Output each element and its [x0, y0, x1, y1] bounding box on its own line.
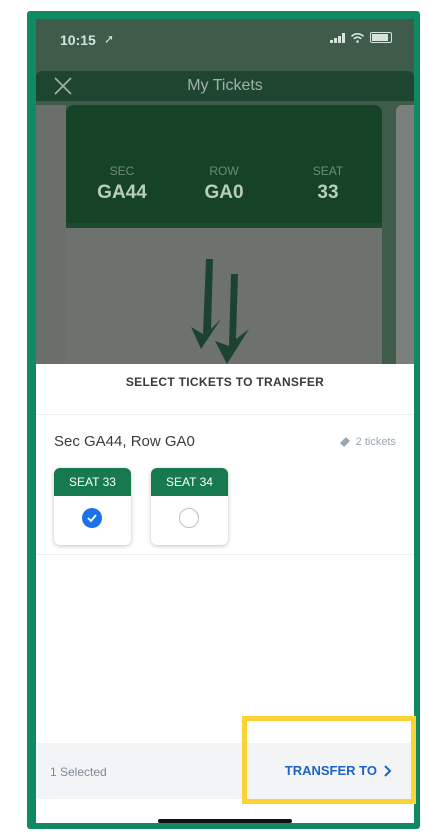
nav-bar: My Tickets [36, 71, 414, 101]
ticket-icon [339, 437, 350, 447]
sec-info: SEC GA44 [92, 164, 152, 204]
status-time: 10:15 [60, 32, 96, 48]
checked-icon[interactable] [82, 508, 102, 528]
seat-option-label: SEAT 33 [54, 468, 131, 496]
team-logo-icon [191, 259, 249, 364]
transfer-to-label: TRANSFER TO [284, 763, 377, 778]
transfer-to-button[interactable]: TRANSFER TO [285, 763, 392, 778]
seat-info: SEAT 33 [298, 164, 358, 204]
location-arrow-icon: ➚ [104, 32, 115, 46]
row-label: ROW [209, 164, 239, 178]
seat-value: 33 [317, 182, 339, 203]
sheet-title: SELECT TICKETS TO TRANSFER [36, 364, 414, 415]
ticket-group-title: Sec GA44, Row GA0 [54, 433, 195, 450]
transfer-footer: 1 Selected TRANSFER TO [36, 743, 414, 799]
wifi-icon [350, 32, 365, 43]
selected-count: 1 Selected [50, 765, 107, 779]
page-title: My Tickets [187, 77, 263, 94]
seat-option-33[interactable]: SEAT 33 [54, 468, 131, 545]
ticket-count-label: 2 tickets [355, 436, 396, 448]
status-bar: 10:15 ➚ [36, 19, 414, 63]
row-value: GA0 [204, 182, 244, 203]
battery-icon [370, 32, 392, 43]
seat-option-34[interactable]: SEAT 34 [151, 468, 228, 545]
ticket-carousel-edge [36, 105, 66, 365]
home-indicator [158, 819, 292, 823]
ticket-count: 2 tickets [339, 436, 396, 448]
divider [36, 554, 414, 555]
next-ticket-card[interactable] [396, 105, 414, 365]
phone-screen: 10:15 ➚ My Tickets SEC GA44 ROW GA0 SEAT… [36, 19, 414, 823]
signal-icon [330, 32, 345, 43]
row-info: ROW GA0 [194, 164, 254, 204]
sec-value: GA44 [97, 182, 147, 203]
seat-option-label: SEAT 34 [151, 468, 228, 496]
chevron-right-icon [384, 764, 392, 777]
seat-label: SEAT [312, 164, 344, 178]
unchecked-icon[interactable] [179, 508, 199, 528]
sec-label: SEC [109, 164, 135, 178]
